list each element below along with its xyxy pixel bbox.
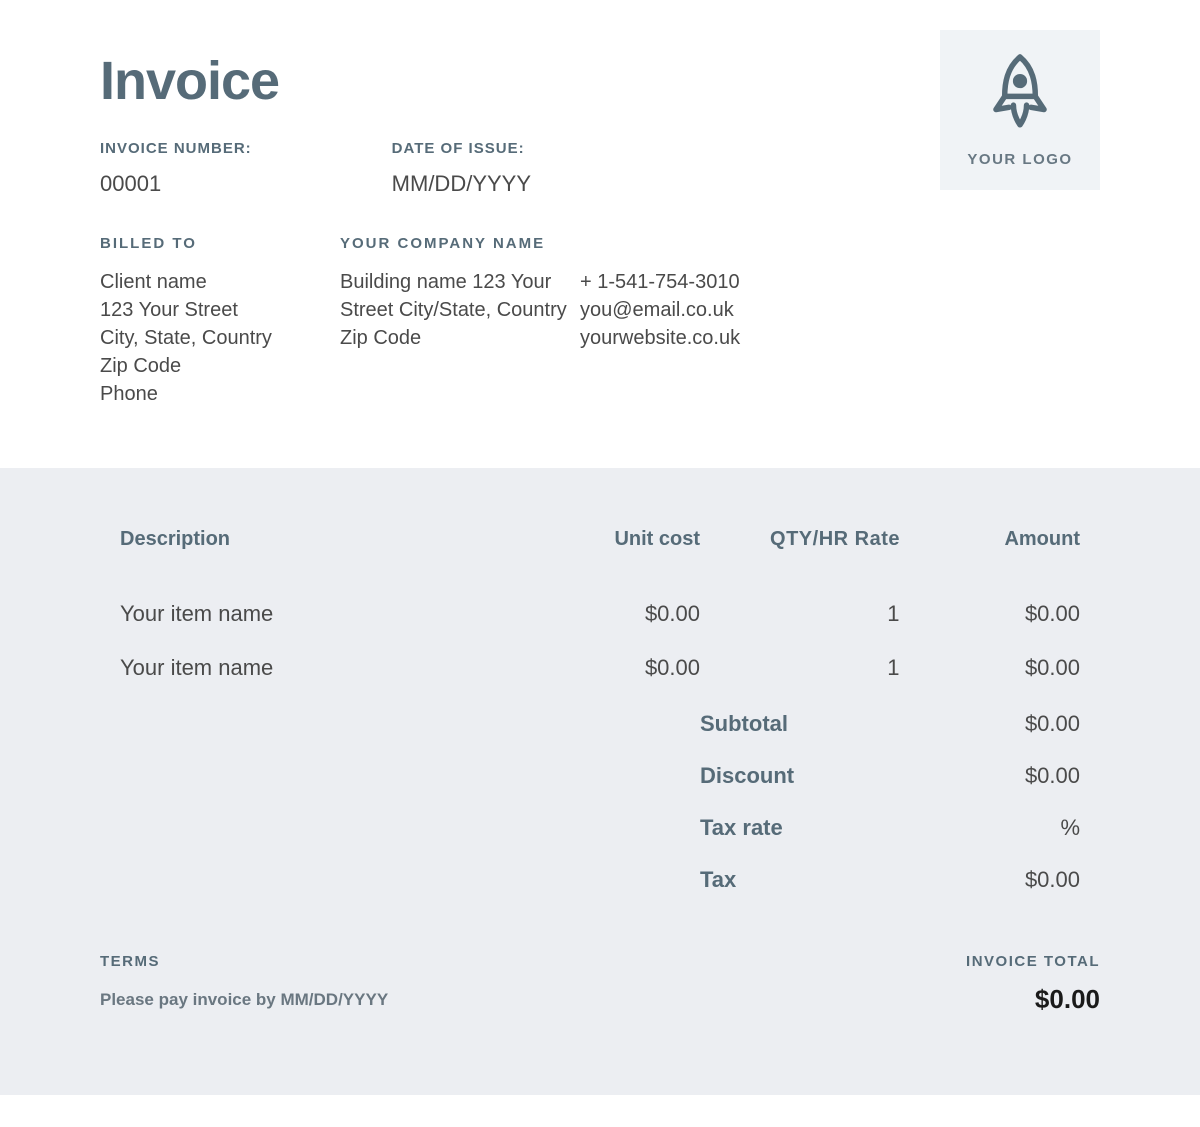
tax-label: Tax (700, 867, 900, 893)
rocket-icon (985, 52, 1055, 137)
line-items-section: Description Unit cost QTY/HR Rate Amount… (0, 468, 1200, 1095)
company-address: Building name 123 Your Street City/State… (340, 268, 570, 352)
table-row: Your item name $0.00 1 $0.00 (100, 655, 1100, 681)
item-description: Your item name (120, 601, 520, 627)
logo-placeholder: YOUR LOGO (940, 30, 1100, 190)
header-section: Invoice INVOICE NUMBER: 00001 DATE OF IS… (0, 0, 1200, 468)
invoice-total-label: INVOICE TOTAL (966, 953, 1100, 970)
address-row: BILLED TO Client name 123 Your Street Ci… (100, 235, 1100, 408)
subtotal-value: $0.00 (900, 711, 1080, 737)
item-amount: $0.00 (900, 655, 1080, 681)
invoice-number-label: INVOICE NUMBER: (100, 140, 252, 157)
item-unit-cost: $0.00 (520, 601, 700, 627)
subtotal-label: Subtotal (700, 711, 900, 737)
discount-value: $0.00 (900, 763, 1080, 789)
tax-row: Tax $0.00 (120, 867, 1080, 893)
company-label: YOUR COMPANY NAME (340, 235, 570, 252)
invoice-number-value: 00001 (100, 171, 252, 197)
item-unit-cost: $0.00 (520, 655, 700, 681)
tax-rate-row: Tax rate % (120, 815, 1080, 841)
company-block: YOUR COMPANY NAME Building name 123 Your… (340, 235, 580, 408)
tax-rate-value: % (900, 815, 1080, 841)
subtotal-row: Subtotal $0.00 (120, 711, 1080, 737)
discount-label: Discount (700, 763, 900, 789)
company-contact: + 1-541-754-3010 you@email.co.uk yourweb… (580, 268, 800, 352)
item-description: Your item name (120, 655, 520, 681)
table-header-row: Description Unit cost QTY/HR Rate Amount (100, 528, 1100, 551)
invoice-number-field: INVOICE NUMBER: 00001 (100, 140, 252, 197)
header-amount: Amount (900, 528, 1080, 551)
invoice-total-block: INVOICE TOTAL $0.00 (966, 953, 1100, 1015)
billed-to-text: Client name 123 Your Street City, State,… (100, 268, 330, 408)
discount-row: Discount $0.00 (120, 763, 1080, 789)
header-description: Description (120, 528, 520, 551)
date-of-issue-field: DATE OF ISSUE: MM/DD/YYYY (392, 140, 531, 197)
terms-block: TERMS Please pay invoice by MM/DD/YYYY (100, 953, 388, 1010)
logo-text: YOUR LOGO (967, 151, 1072, 168)
date-of-issue-value: MM/DD/YYYY (392, 171, 531, 197)
tax-rate-label: Tax rate (700, 815, 900, 841)
billed-to-block: BILLED TO Client name 123 Your Street Ci… (100, 235, 340, 408)
totals-block: Subtotal $0.00 Discount $0.00 Tax rate %… (100, 711, 1100, 893)
billed-to-label: BILLED TO (100, 235, 330, 252)
footer-row: TERMS Please pay invoice by MM/DD/YYYY I… (100, 953, 1100, 1015)
tax-value: $0.00 (900, 867, 1080, 893)
company-contact-block: . + 1-541-754-3010 you@email.co.uk yourw… (580, 235, 800, 408)
date-of-issue-label: DATE OF ISSUE: (392, 140, 531, 157)
item-qty: 1 (700, 601, 900, 627)
header-qty: QTY/HR Rate (700, 528, 900, 551)
item-amount: $0.00 (900, 601, 1080, 627)
item-qty: 1 (700, 655, 900, 681)
terms-text: Please pay invoice by MM/DD/YYYY (100, 990, 388, 1010)
table-row: Your item name $0.00 1 $0.00 (100, 601, 1100, 627)
terms-label: TERMS (100, 953, 388, 970)
invoice-total-value: $0.00 (966, 984, 1100, 1015)
header-unit-cost: Unit cost (520, 528, 700, 551)
